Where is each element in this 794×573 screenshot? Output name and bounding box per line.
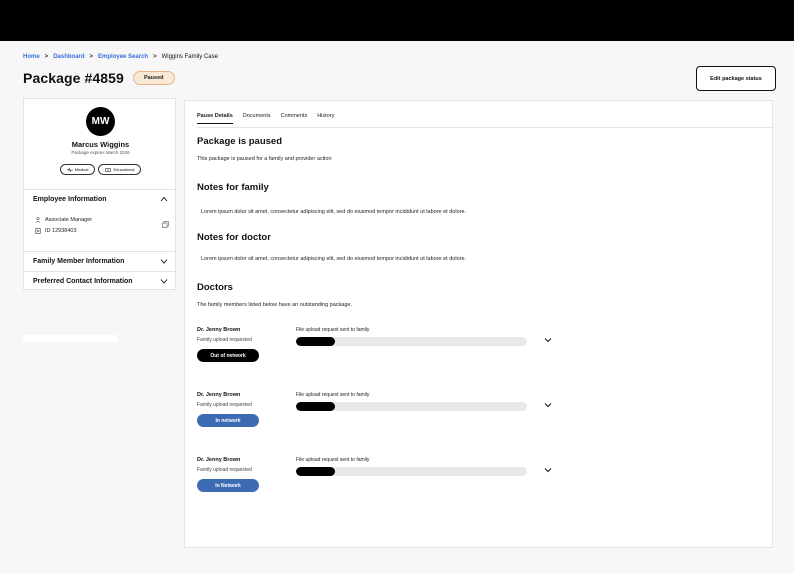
tab-comments[interactable]: Comments <box>281 113 308 124</box>
chevron-down-icon <box>160 259 168 264</box>
employee-role: Associate Manager <box>45 216 93 223</box>
upload-request-label: File upload request sent to family <box>296 457 370 463</box>
chevron-down-icon[interactable] <box>543 400 553 410</box>
status-badge: Paused <box>132 71 175 85</box>
family-member-information-header[interactable]: Family Member Information <box>24 252 177 270</box>
pulse-icon <box>66 167 73 172</box>
family-member-information-section: Family Member Information <box>24 251 177 270</box>
employee-id-row: ID 12938403 <box>24 225 177 236</box>
upload-progress-bar <box>296 402 527 411</box>
upload-progress-bar <box>296 467 527 476</box>
employee-information-section: Employee Information Associate Manager I… <box>24 189 177 236</box>
tab-bar: Pause Details Documents Comments History <box>197 113 334 124</box>
upload-progress-bar <box>296 337 527 346</box>
breadcrumb-current: Wiggins Family Case <box>161 54 218 60</box>
breadcrumb-employee-search[interactable]: Employee Search <box>98 54 148 60</box>
person-icon <box>35 216 41 223</box>
id-card-icon <box>35 227 41 234</box>
network-badge[interactable]: In network <box>197 414 259 427</box>
network-badge[interactable]: Out of network <box>197 349 259 362</box>
tabs-divider <box>197 127 774 128</box>
doctor-row: Dr. Jenny Brown Family upload requested In… <box>197 457 567 503</box>
doctors-heading: Doctors <box>197 282 233 293</box>
placeholder-bar <box>23 335 117 342</box>
doctors-text: The family members listed below have an … <box>197 302 353 308</box>
doctor-upload-status: Family upload requested <box>197 337 252 343</box>
chevron-up-icon <box>160 196 168 202</box>
preferred-contact-information-section: Preferred Contact Information <box>24 271 177 290</box>
doctor-notes-heading: Notes for doctor <box>197 232 271 243</box>
breadcrumb-separator: > <box>89 54 94 60</box>
family-notes-text: Lorem ipsum dolor sit amet, consectetur … <box>201 209 467 215</box>
breadcrumb-dashboard[interactable]: Dashboard <box>53 54 84 60</box>
page-title: Package #4859 <box>23 70 124 86</box>
family-notes-heading: Notes for family <box>197 182 269 193</box>
preferred-contact-information-header[interactable]: Preferred Contact Information <box>24 272 177 290</box>
main-panel: Pause Details Documents Comments History… <box>184 100 774 548</box>
upload-request-label: File upload request sent to family <box>296 392 370 398</box>
paused-text: This package is paused for a family and … <box>197 156 332 162</box>
educational-pill[interactable]: Educational <box>98 164 142 175</box>
doctor-name: Dr. Jenny Brown <box>197 392 241 398</box>
upload-progress-fill <box>296 337 336 346</box>
edit-package-status-button[interactable]: Edit package status <box>696 66 776 91</box>
top-bar <box>0 0 794 41</box>
upload-request-label: File upload request sent to family <box>296 327 370 333</box>
paused-heading: Package is paused <box>197 136 283 147</box>
avatar: MW <box>86 107 115 136</box>
doctor-upload-status: Family upload requested <box>197 402 252 408</box>
doctor-notes-text: Lorem ipsum dolor sit amet, consectetur … <box>201 256 467 262</box>
preferred-contact-information-title: Preferred Contact Information <box>33 277 133 285</box>
employee-information-title: Employee Information <box>33 195 107 203</box>
tab-documents[interactable]: Documents <box>243 113 271 124</box>
chevron-down-icon <box>160 279 168 284</box>
breadcrumb-separator: > <box>44 54 49 60</box>
book-icon <box>105 167 112 172</box>
chevron-down-icon[interactable] <box>543 465 553 475</box>
educational-pill-label: Educational <box>113 167 135 172</box>
upload-progress-fill <box>296 467 336 476</box>
doctor-upload-status: Family upload requested <box>197 467 252 473</box>
breadcrumb-home[interactable]: Home <box>23 54 40 60</box>
copy-icon[interactable] <box>162 221 169 228</box>
tab-history[interactable]: History <box>317 113 334 124</box>
profile-name: Marcus Wiggins <box>71 140 130 149</box>
doctor-name: Dr. Jenny Brown <box>197 327 241 333</box>
medical-pill[interactable]: Medical <box>59 164 96 175</box>
tab-pause-details[interactable]: Pause Details <box>197 113 233 124</box>
network-badge[interactable]: In Network <box>197 479 259 492</box>
doctor-row: Dr. Jenny Brown Family upload requested Ou… <box>197 327 567 373</box>
employee-id: ID 12938403 <box>45 227 77 234</box>
breadcrumb: Home > Dashboard > Employee Search > Wig… <box>23 54 218 60</box>
chevron-down-icon[interactable] <box>543 335 553 345</box>
medical-pill-label: Medical <box>74 167 89 172</box>
breadcrumb-separator: > <box>153 54 157 60</box>
upload-progress-fill <box>296 402 336 411</box>
employee-information-header[interactable]: Employee Information <box>24 190 177 208</box>
profile-card: MW Marcus Wiggins Package expires March … <box>23 98 177 290</box>
doctor-name: Dr. Jenny Brown <box>197 457 241 463</box>
doctor-row: Dr. Jenny Brown Family upload requested In… <box>197 392 567 438</box>
family-member-information-title: Family Member Information <box>33 257 125 265</box>
employee-role-row: Associate Manager <box>24 214 177 225</box>
package-expiry: Package expires March 2026 <box>71 150 130 155</box>
